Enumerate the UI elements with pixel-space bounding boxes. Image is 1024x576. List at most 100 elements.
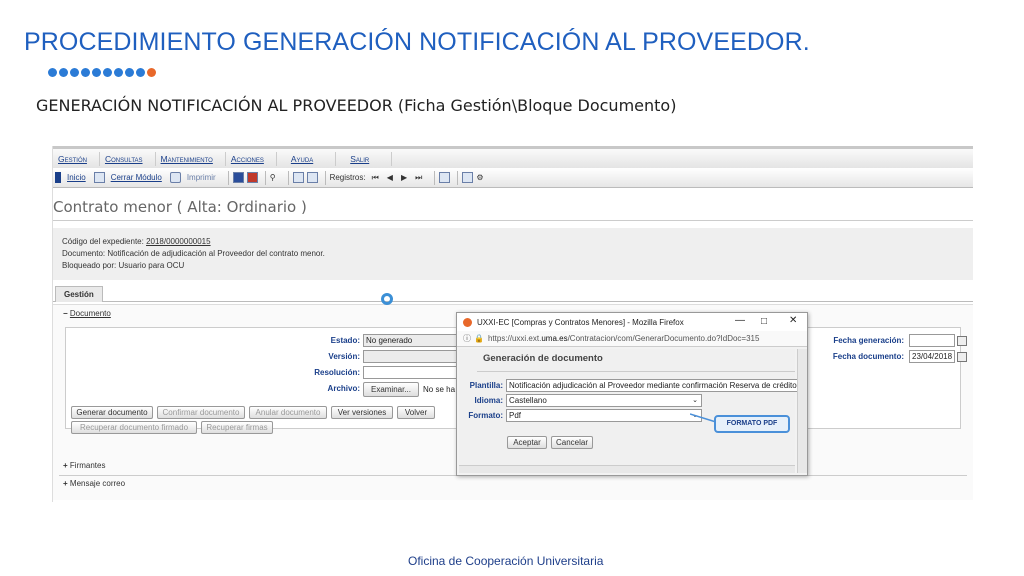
cerrar-modulo-link[interactable]: Cerrar Módulo <box>93 172 162 183</box>
search-icon[interactable]: ⚲ <box>270 173 276 182</box>
idioma-select[interactable]: Castellano ⌄ <box>506 394 702 407</box>
generar-documento-button[interactable]: Generar documento <box>71 406 153 419</box>
decorative-dot <box>103 68 112 77</box>
firefox-icon <box>463 317 472 327</box>
expediente-value[interactable]: 2018/0000000015 <box>146 237 211 246</box>
decorative-dots <box>48 68 156 77</box>
decorative-dot <box>92 68 101 77</box>
resolucion-field[interactable] <box>363 366 471 379</box>
inicio-label: Inicio <box>67 173 86 182</box>
paste-icon[interactable] <box>306 172 318 183</box>
decorative-dot <box>125 68 134 77</box>
divider <box>53 220 973 221</box>
popup-heading: Generación de documento <box>483 353 603 364</box>
toolbar-separator <box>287 170 289 185</box>
calendar-icon[interactable] <box>957 352 967 362</box>
fecha-documento-field[interactable]: 23/04/2018 <box>909 350 955 363</box>
vertical-scrollbar[interactable] <box>797 349 807 473</box>
delete-icon[interactable] <box>246 172 258 183</box>
menu-salir[interactable]: Salir <box>336 151 393 166</box>
idioma-value: Castellano <box>509 396 547 405</box>
recuperar-documento-button[interactable]: Recuperar documento firmado <box>71 421 197 434</box>
mensaje-section-label: Mensaje correo <box>69 479 126 488</box>
fecha-generacion-label: Fecha generación: <box>833 336 904 345</box>
archivo-label: Archivo: <box>327 384 360 393</box>
plantilla-label: Plantilla: <box>469 381 503 390</box>
expand-icon: + <box>63 461 68 470</box>
form-title: Contrato menor ( Alta: Ordinario ) <box>53 198 307 216</box>
documento-section-label: Documento <box>69 309 111 318</box>
info-icon: ⓘ <box>463 334 471 343</box>
cancelar-button[interactable]: Cancelar <box>551 436 593 449</box>
menu-gestion[interactable]: Gestión <box>53 151 100 166</box>
decorative-dot <box>147 68 156 77</box>
formato-label: Formato: <box>468 411 503 420</box>
toolbar-separator <box>434 170 436 185</box>
toolbar: Inicio Cerrar Módulo Imprimir ⚲ Registro… <box>53 168 973 188</box>
menu-acciones[interactable]: Acciones <box>226 151 277 166</box>
resolucion-label: Resolución: <box>314 368 360 377</box>
previous-record-icon[interactable]: ◀ <box>387 173 393 182</box>
copy-icon[interactable] <box>292 172 304 183</box>
menu-mantenimiento[interactable]: Mantenimiento <box>156 151 226 166</box>
volver-button[interactable]: Volver <box>397 406 435 419</box>
last-record-icon[interactable]: ⏭ <box>415 173 422 183</box>
save-icon[interactable] <box>232 172 244 183</box>
toolbar-separator <box>324 170 326 185</box>
documento-section-toggle[interactable]: − Documento <box>63 309 111 318</box>
examinar-button[interactable]: Examinar... <box>363 382 419 397</box>
minimize-icon[interactable]: — <box>735 315 745 326</box>
plantilla-select[interactable]: Notificación adjudicación al Proveedor m… <box>506 379 798 392</box>
calendar-icon[interactable] <box>957 336 967 346</box>
decorative-dot <box>81 68 90 77</box>
menu-consultas[interactable]: Consultas <box>100 151 156 166</box>
toolbar-separator <box>457 170 459 185</box>
close-module-icon <box>93 172 105 183</box>
anular-documento-button[interactable]: Anular documento <box>249 406 327 419</box>
document-icon[interactable] <box>462 172 474 183</box>
firmantes-section-toggle[interactable]: + Firmantes <box>63 461 105 470</box>
expand-icon: + <box>63 479 68 488</box>
popup-titlebar: UXXI-EC [Compras y Contratos Menores] - … <box>457 313 807 331</box>
confirmar-documento-button[interactable]: Confirmar documento <box>157 406 245 419</box>
decorative-dot <box>114 68 123 77</box>
lock-icon: 🔒 <box>474 334 484 343</box>
chevron-down-icon: ⌄ <box>692 397 698 404</box>
ver-versiones-button[interactable]: Ver versiones <box>331 406 393 419</box>
close-icon[interactable]: ✕ <box>789 315 797 326</box>
expediente-label: Código del expediente: <box>62 237 147 246</box>
generar-documento-popup: UXXI-EC [Compras y Contratos Menores] - … <box>456 312 808 476</box>
formato-select[interactable]: Pdf⌄ <box>506 409 702 422</box>
next-record-icon[interactable]: ▶ <box>401 173 407 182</box>
toolbar-separator <box>264 170 266 185</box>
tab-gestion[interactable]: Gestión <box>55 286 103 302</box>
grid-icon[interactable] <box>439 172 451 183</box>
url-domain: uma.es <box>541 334 568 343</box>
formato-value: Pdf <box>509 411 522 420</box>
horizontal-scrollbar[interactable] <box>459 465 795 473</box>
fecha-generacion-field[interactable] <box>909 334 955 347</box>
imprimir-link[interactable]: Imprimir <box>169 172 216 183</box>
estado-label: Estado: <box>330 336 360 345</box>
divider <box>477 371 795 372</box>
recuperar-firmas-button[interactable]: Recuperar firmas <box>201 421 273 434</box>
print-icon <box>169 172 181 183</box>
popup-url-bar[interactable]: ⓘ 🔒 https://uxxi.ext. uma.es/Contratacion… <box>457 331 807 347</box>
registros-label: Registros: <box>329 173 366 182</box>
cerrar-label: Cerrar Módulo <box>110 173 162 182</box>
maximize-icon[interactable]: □ <box>761 316 767 327</box>
idioma-label: Idioma: <box>474 396 503 405</box>
aceptar-button[interactable]: Aceptar <box>507 436 547 449</box>
first-record-icon[interactable]: ⏮ <box>372 173 379 183</box>
mensaje-section-toggle[interactable]: + Mensaje correo <box>63 479 125 488</box>
menu-ayuda[interactable]: Ayuda <box>277 151 337 166</box>
decorative-dot <box>59 68 68 77</box>
inicio-link[interactable]: Inicio <box>55 172 86 183</box>
settings-icon[interactable]: ⚙ <box>476 173 483 182</box>
tab-bar: Gestión <box>53 286 973 302</box>
decorative-dot <box>48 68 57 77</box>
popup-body: Generación de documento Plantilla: Notif… <box>459 349 798 465</box>
collapse-icon: − <box>63 309 68 318</box>
imprimir-label: Imprimir <box>186 173 216 182</box>
slide-title: PROCEDIMIENTO GENERACIÓN NOTIFICACIÓN AL… <box>24 28 810 56</box>
